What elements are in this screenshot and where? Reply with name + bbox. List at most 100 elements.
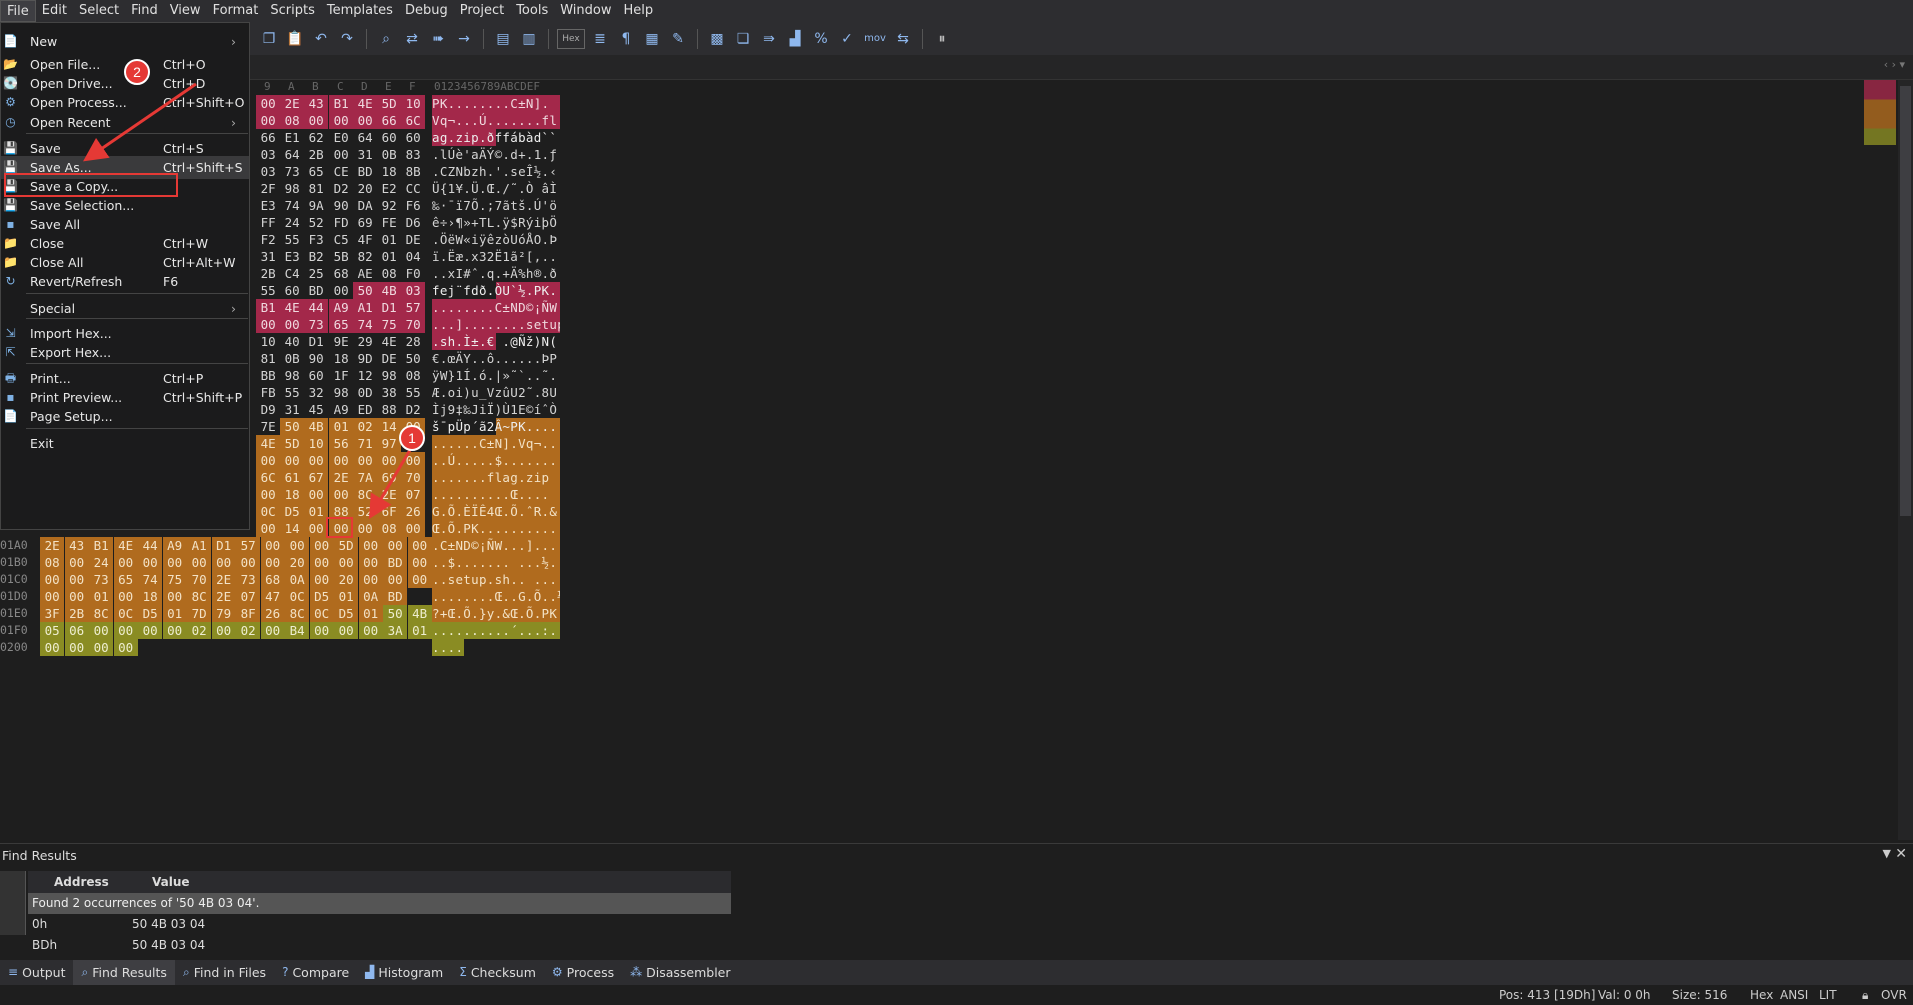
hex-byte[interactable]: 00 (309, 554, 334, 571)
tab-histogram[interactable]: ▟ Histogram (357, 960, 451, 985)
hex-byte[interactable]: 55 (280, 231, 304, 248)
hex-byte[interactable]: 69 (377, 469, 402, 486)
tab-output[interactable]: ≡ Output (0, 960, 73, 985)
hex-byte[interactable]: 18 (280, 486, 305, 503)
hex-byte[interactable]: D2 (329, 180, 353, 197)
hex-byte[interactable]: 08 (40, 554, 65, 571)
hex-byte[interactable]: BD (353, 163, 377, 180)
histogram-icon[interactable]: ▟ (784, 28, 806, 50)
hex-byte[interactable]: 00 (260, 537, 285, 554)
hex-byte[interactable]: 00 (211, 622, 236, 639)
hex-byte[interactable]: 00 (187, 554, 212, 571)
hex-byte[interactable]: 43 (304, 95, 329, 112)
hex-byte[interactable]: D5 (334, 605, 359, 622)
menu-window[interactable]: Window (554, 0, 617, 22)
hex-byte[interactable]: 55 (401, 384, 425, 401)
hex-byte[interactable]: 73 (280, 163, 304, 180)
tab-disassembler[interactable]: ⁂ Disassembler (622, 960, 738, 985)
hex-byte[interactable]: 7D (187, 605, 212, 622)
hex-byte[interactable]: 00 (353, 520, 378, 537)
hex-byte[interactable]: 4E (377, 333, 401, 350)
hex-byte[interactable]: 03 (256, 146, 280, 163)
redo-icon[interactable]: ↷ (336, 28, 358, 50)
hex-byte[interactable]: 44 (304, 299, 329, 316)
menu-item-new[interactable]: 📄 New › (1, 30, 249, 53)
char-cells[interactable]: G.Õ.ÈÏÊ4Œ.Õ.ˆR.& (432, 503, 560, 520)
hex-byte[interactable]: 5B (329, 248, 353, 265)
hex-byte[interactable]: 45 (304, 401, 328, 418)
hex-byte[interactable]: 4F (353, 231, 377, 248)
goto-icon[interactable]: → (453, 28, 475, 50)
hex-byte[interactable]: 00 (353, 452, 378, 469)
table-row[interactable]: 0h 50 4B 03 04 (28, 914, 731, 935)
hex-byte[interactable]: D1 (377, 299, 402, 316)
encoding-icon[interactable]: ≣ (589, 28, 611, 50)
hex-byte[interactable]: E0 (329, 129, 353, 146)
hex-byte[interactable]: 14 (377, 418, 402, 435)
hex-byte[interactable]: 28 (401, 333, 425, 350)
hex-row[interactable]: 01E0 3F 2B 8C 0C D5 01 7D 79 8F 26 8C 0C D5 01 50 4B ?+Œ.… (0, 605, 580, 622)
hex-byte[interactable]: 00 (329, 486, 354, 503)
tab-compare[interactable]: ? Compare (274, 960, 357, 985)
hex-byte[interactable]: 55 (256, 282, 280, 299)
hex-byte[interactable]: 02 (236, 622, 261, 639)
hex-byte[interactable]: 0C (256, 503, 281, 520)
hex-byte[interactable]: 0A (358, 588, 383, 605)
compare-icon[interactable]: ⇆ (892, 28, 914, 50)
hex-byte[interactable]: 50 (280, 418, 305, 435)
char-cells[interactable]: Vq¬...Ú.......fl (432, 112, 560, 129)
hex-byte[interactable]: 70 (401, 469, 426, 486)
char-cells[interactable]: ..........Œ.... (432, 486, 560, 503)
hex-byte[interactable]: E1 (280, 129, 304, 146)
hex-byte[interactable]: 00 (256, 112, 281, 129)
hex-byte[interactable]: 97 (377, 435, 402, 452)
menu-file[interactable]: File (0, 0, 36, 22)
hex-byte[interactable]: 8B (401, 163, 425, 180)
hex-byte[interactable]: 20 (353, 180, 377, 197)
char-cells[interactable]: ..$....... ...½. (432, 554, 560, 571)
hex-byte[interactable]: 98 (280, 367, 304, 384)
lock-icon[interactable]: 🔒︎ (1862, 988, 1868, 1003)
menu-debug[interactable]: Debug (399, 0, 454, 22)
hex-byte[interactable]: BB (256, 367, 280, 384)
hex-byte[interactable]: 2E (377, 486, 402, 503)
hex-byte[interactable]: A9 (329, 299, 354, 316)
menu-item-export-hex[interactable]: ⇱ Export Hex... (1, 341, 249, 364)
status-mode[interactable]: Hex (1750, 988, 1773, 1002)
hex-byte[interactable]: 74 (353, 316, 378, 333)
hex-byte[interactable]: 73 (304, 316, 329, 333)
hex-byte[interactable]: 6F (377, 503, 402, 520)
hex-byte[interactable]: 50 (353, 282, 378, 299)
calculator-icon[interactable]: ▩ (706, 28, 728, 50)
hex-byte[interactable]: 0B (377, 146, 401, 163)
hex-byte[interactable]: FD (329, 214, 353, 231)
hex-byte[interactable]: 25 (304, 265, 328, 282)
mov-icon[interactable]: mov (862, 28, 888, 50)
hex-byte[interactable]: 10 (304, 435, 329, 452)
hex-byte[interactable]: 6C (401, 112, 426, 129)
hex-byte[interactable]: 01 (329, 418, 354, 435)
hex-byte[interactable]: BD (304, 282, 328, 299)
hex-byte[interactable]: 00 (260, 554, 285, 571)
hex-byte[interactable]: 52 (304, 214, 328, 231)
hex-byte[interactable]: 00 (64, 554, 89, 571)
hex-byte[interactable]: 0D (353, 384, 377, 401)
hex-byte[interactable]: 00 (383, 537, 408, 554)
hex-mode-button[interactable]: Hex (557, 28, 585, 49)
hex-byte[interactable]: 4B (377, 282, 402, 299)
vertical-scrollbar[interactable] (1898, 80, 1913, 840)
hex-byte[interactable]: D5 (138, 605, 163, 622)
hex-byte[interactable]: 4E (113, 537, 138, 554)
hex-byte[interactable]: 00 (236, 554, 261, 571)
hex-byte[interactable]: 6C (256, 469, 281, 486)
hex-byte[interactable]: 2E (329, 469, 354, 486)
char-cells[interactable]: fej¨fdð.ÒU`½.PK. (432, 282, 560, 299)
hex-byte[interactable]: 00 (280, 452, 305, 469)
char-cells[interactable]: Æ.oi)u_VzûU2˜.8U (432, 384, 560, 401)
hex-byte[interactable]: 00 (89, 622, 114, 639)
percent-icon[interactable]: % (810, 28, 832, 50)
tab-find-in-files[interactable]: ⌕ Find in Files (175, 960, 274, 985)
hex-byte[interactable]: 03 (256, 163, 280, 180)
hex-byte[interactable]: 74 (138, 571, 163, 588)
hex-byte[interactable]: 67 (304, 469, 329, 486)
